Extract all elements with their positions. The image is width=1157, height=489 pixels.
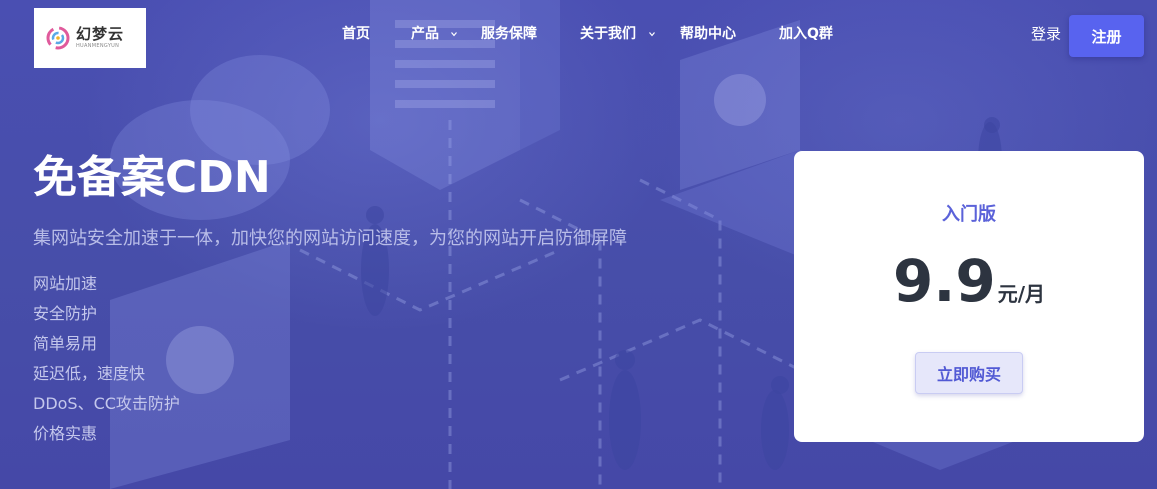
nav-item-about[interactable]: 关于我们: [580, 24, 636, 44]
chevron-down-icon: [649, 32, 655, 37]
logo-name-en: HUANMENGYUN: [76, 43, 120, 49]
price-row: 9.9 元/月: [794, 247, 1144, 315]
hero-title: 免备案CDN: [33, 152, 271, 203]
nav-item-help[interactable]: 帮助中心: [680, 24, 736, 44]
login-link[interactable]: 登录: [1031, 24, 1061, 44]
price-unit: 元/月: [997, 282, 1046, 306]
register-button[interactable]: 注册: [1069, 15, 1144, 57]
nav-item-join-qq[interactable]: 加入Q群: [779, 24, 833, 44]
feature-item: 价格实惠: [33, 424, 98, 443]
plan-name: 入门版: [942, 204, 996, 225]
price-amount: 9.9: [892, 247, 996, 315]
nav-item-service[interactable]: 服务保障: [481, 24, 537, 44]
logo[interactable]: 幻梦云 HUANMENGYUN: [34, 8, 146, 68]
feature-item: DDoS、CC攻击防护: [33, 394, 180, 413]
logo-text: 幻梦云 HUANMENGYUN: [76, 26, 124, 50]
price-card: 入门版 9.9 元/月 立即购买: [794, 151, 1144, 442]
feature-item: 安全防护: [33, 304, 98, 323]
feature-item: 简单易用: [33, 334, 98, 353]
chevron-down-icon: [451, 32, 457, 37]
feature-list: 网站加速 安全防护 简单易用 延迟低，速度快 DDoS、CC攻击防护 价格实惠: [33, 269, 180, 449]
logo-swirl-icon: [46, 26, 70, 50]
feature-item: 网站加速: [33, 274, 98, 293]
nav-item-home[interactable]: 首页: [342, 24, 370, 44]
hero-banner: 幻梦云 HUANMENGYUN 首页 产品 服务保障 关于我们 帮助中心 加入Q…: [0, 0, 1157, 489]
hero-subtitle: 集网站安全加速于一体，加快您的网站访问速度，为您的网站开启防御屏障: [33, 228, 627, 249]
feature-item: 延迟低，速度快: [33, 364, 146, 383]
buy-now-button[interactable]: 立即购买: [915, 352, 1023, 394]
logo-name-cn: 幻梦云: [76, 25, 125, 43]
nav-item-products[interactable]: 产品: [411, 24, 439, 44]
